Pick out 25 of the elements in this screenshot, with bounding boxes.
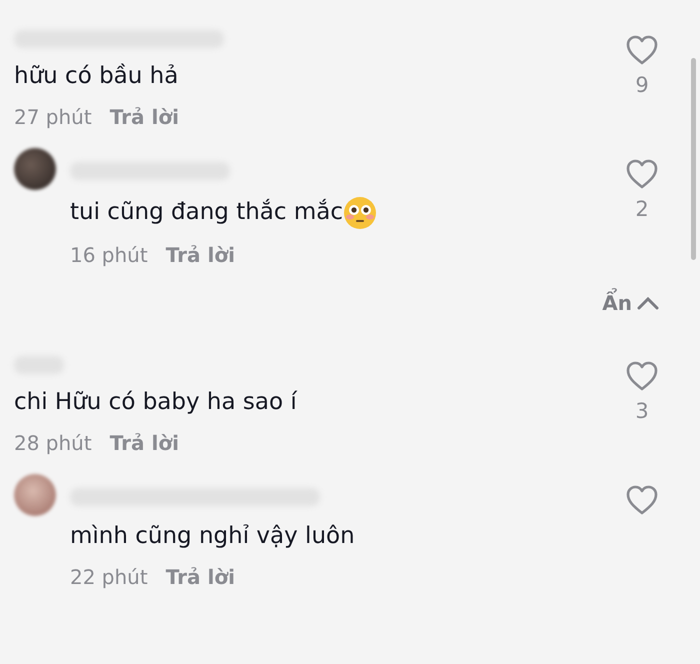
comment-text: hữu có bầu hả <box>14 62 178 91</box>
timestamp: 27 phút <box>14 104 92 131</box>
avatar <box>14 474 56 516</box>
flushed-face-icon <box>342 196 377 230</box>
scrollbar[interactable] <box>691 58 696 260</box>
reply-link[interactable]: Trả lời <box>166 240 235 270</box>
avatar <box>14 148 56 190</box>
timestamp: 28 phút <box>14 430 92 457</box>
reply-link[interactable]: Trả lời <box>110 428 179 458</box>
reply-link[interactable]: Trả lời <box>166 562 235 592</box>
like-count: 9 <box>635 72 649 99</box>
heart-icon[interactable] <box>625 34 659 66</box>
reply-link[interactable]: Trả lời <box>110 102 179 132</box>
hide-replies-button[interactable]: Ẩn <box>602 288 660 318</box>
like-count: 2 <box>635 196 649 223</box>
chevron-up-icon <box>636 296 660 310</box>
timestamp: 22 phút <box>70 564 148 591</box>
like-count: 3 <box>635 398 649 425</box>
timestamp: 16 phút <box>70 242 148 269</box>
comment-text: tui cũng đang thắc mắc <box>70 198 343 227</box>
heart-icon[interactable] <box>625 484 659 516</box>
comment-text: mình cũng nghỉ vậy luôn <box>70 522 355 551</box>
comment-text: chi Hữu có baby ha sao í <box>14 388 297 417</box>
heart-icon[interactable] <box>625 360 659 392</box>
heart-icon[interactable] <box>625 158 659 190</box>
